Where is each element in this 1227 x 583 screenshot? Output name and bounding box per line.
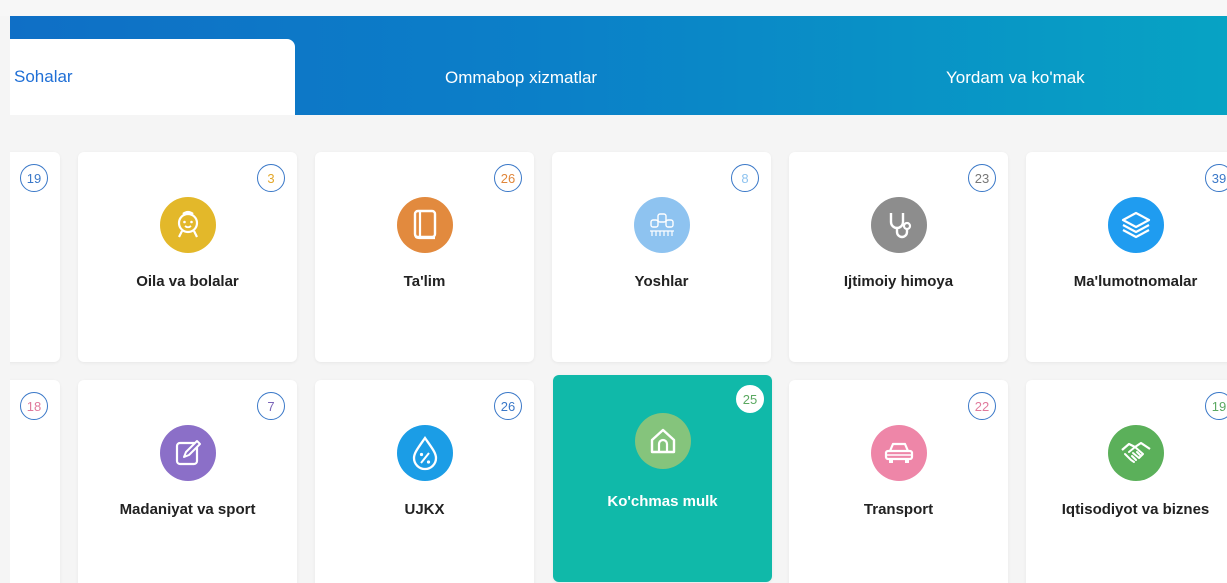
card-label: Ko'chmas mulk bbox=[607, 493, 718, 510]
card-oila-va-bolalar[interactable]: 3 Oila va bolalar bbox=[78, 152, 297, 362]
card-label: Oila va bolalar bbox=[136, 273, 239, 290]
card-label: Ma'lumotnomalar bbox=[1073, 273, 1198, 290]
card-talim[interactable]: 26 Ta'lim bbox=[315, 152, 534, 362]
card-label: Madaniyat va sport bbox=[119, 501, 256, 518]
tab-sohalar[interactable]: Sohalar bbox=[10, 39, 295, 115]
count-badge: 19 bbox=[20, 164, 48, 192]
count-badge: 7 bbox=[257, 392, 285, 420]
card-label: Iqtisodiyot va biznes bbox=[1061, 501, 1210, 518]
count-badge: 3 bbox=[257, 164, 285, 192]
count-badge: 19 bbox=[1205, 392, 1227, 420]
baby-face-icon bbox=[159, 197, 216, 253]
tab-yordam-va-komak[interactable]: Yordam va ko'mak bbox=[946, 43, 1085, 113]
count-badge: 26 bbox=[494, 392, 522, 420]
house-icon bbox=[634, 413, 691, 469]
category-tab-bar: Sohalar Ommabop xizmatlar Yordam va ko'm… bbox=[10, 16, 1227, 115]
card-label: Ijtimoiy himoya bbox=[843, 273, 954, 290]
services-grid: 19 3 Oila va bolalar 26 Ta'lim 8 Yoshlar… bbox=[10, 115, 1227, 583]
card-madaniyat-va-sport[interactable]: 7 Madaniyat va sport bbox=[78, 380, 297, 583]
card-label: Yoshlar bbox=[634, 273, 689, 290]
card-label: UJKX bbox=[404, 501, 445, 518]
card-kochmas-mulk[interactable]: 25 Ko'chmas mulk bbox=[553, 375, 772, 582]
card-ijtimoiy-himoya[interactable]: 23 Ijtimoiy himoya bbox=[789, 152, 1008, 362]
water-drop-percent-icon bbox=[396, 425, 453, 481]
youth-group-icon bbox=[633, 197, 690, 253]
count-badge: 25 bbox=[736, 385, 764, 413]
handshake-icon bbox=[1107, 425, 1164, 481]
count-badge: 26 bbox=[494, 164, 522, 192]
card-iqtisodiyot-va-biznes[interactable]: 19 Iqtisodiyot va biznes bbox=[1026, 380, 1227, 583]
count-badge: 22 bbox=[968, 392, 996, 420]
pen-edit-icon bbox=[159, 425, 216, 481]
card-transport[interactable]: 22 Transport bbox=[789, 380, 1008, 583]
card-label: Transport bbox=[863, 501, 934, 518]
stethoscope-icon bbox=[870, 197, 927, 253]
count-badge: 39 bbox=[1205, 164, 1227, 192]
card-label: Ta'lim bbox=[403, 273, 446, 290]
tab-ommabop-xizmatlar[interactable]: Ommabop xizmatlar bbox=[445, 43, 597, 113]
layers-icon bbox=[1107, 197, 1164, 253]
partial-card-row1[interactable]: 19 bbox=[10, 152, 60, 362]
partial-card-row2[interactable]: 18 bbox=[10, 380, 60, 583]
card-yoshlar[interactable]: 8 Yoshlar bbox=[552, 152, 771, 362]
card-ujkx[interactable]: 26 UJKX bbox=[315, 380, 534, 583]
car-icon bbox=[870, 425, 927, 481]
top-strip bbox=[0, 0, 1227, 16]
count-badge: 23 bbox=[968, 164, 996, 192]
count-badge: 18 bbox=[20, 392, 48, 420]
card-malumotnomalar[interactable]: 39 Ma'lumotnomalar bbox=[1026, 152, 1227, 362]
book-icon bbox=[396, 197, 453, 253]
count-badge: 8 bbox=[731, 164, 759, 192]
